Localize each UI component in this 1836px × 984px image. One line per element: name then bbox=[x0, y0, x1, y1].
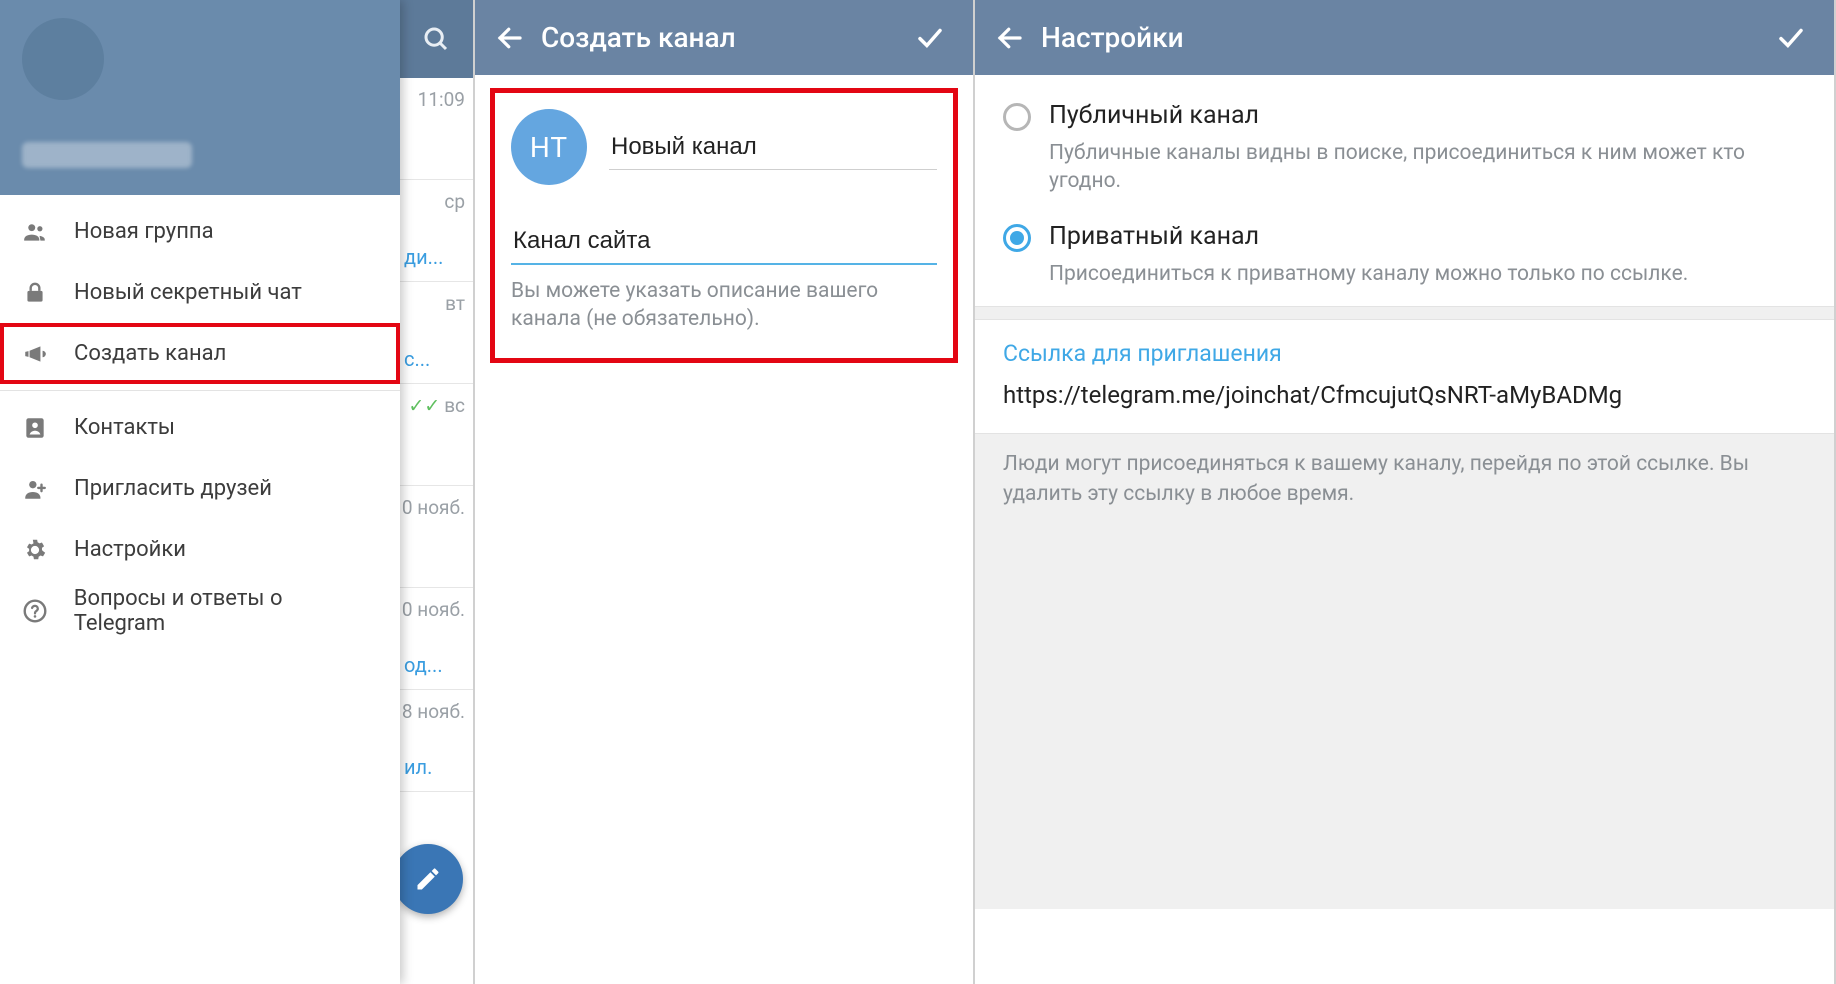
navigation-drawer: Новая группа Новый секретный чат Создать к… bbox=[0, 0, 400, 984]
radio-public-channel[interactable]: Публичный канал bbox=[1003, 93, 1806, 137]
header: Создать канал bbox=[475, 0, 973, 75]
avatar-initials: НТ bbox=[530, 131, 568, 164]
contact-icon bbox=[22, 415, 74, 441]
chat-time: ✓✓вс bbox=[400, 394, 465, 417]
radio-label: Публичный канал bbox=[1049, 101, 1259, 131]
chat-time: вт bbox=[400, 292, 465, 315]
radio-label: Приватный канал bbox=[1049, 222, 1259, 252]
radio-icon bbox=[1003, 103, 1031, 131]
pencil-icon bbox=[414, 865, 442, 893]
header-title: Настройки bbox=[1041, 21, 1768, 54]
drawer-item-label: Новый секретный чат bbox=[74, 280, 302, 305]
chat-time: ср bbox=[400, 190, 465, 213]
chat-row[interactable]: 0 нояб. bbox=[400, 486, 473, 588]
public-channel-description: Публичные каналы видны в поиске, присоед… bbox=[1049, 139, 1806, 196]
chat-time: 8 нояб. bbox=[400, 700, 465, 723]
check-icon bbox=[915, 23, 945, 53]
chat-row[interactable]: вт с... bbox=[400, 282, 473, 384]
drawer-item-gear[interactable]: Настройки bbox=[0, 519, 400, 580]
chat-row[interactable]: 0 нояб. од... bbox=[400, 588, 473, 690]
chat-snippet: с... bbox=[404, 347, 430, 371]
chat-row[interactable]: ✓✓вс bbox=[400, 384, 473, 486]
channel-avatar[interactable]: НТ bbox=[511, 109, 587, 185]
header: Настройки bbox=[975, 0, 1834, 75]
drawer-item-lock[interactable]: Новый секретный чат bbox=[0, 262, 400, 323]
drawer-item-group[interactable]: Новая группа bbox=[0, 201, 400, 262]
description-hint: Вы можете указать описание вашего канала… bbox=[511, 277, 937, 334]
avatar[interactable] bbox=[22, 18, 104, 100]
chat-row[interactable]: ср ди... bbox=[400, 180, 473, 282]
drawer-item-label: Пригласить друзей bbox=[74, 476, 272, 501]
megaphone-icon bbox=[22, 341, 74, 367]
drawer-header bbox=[0, 0, 400, 195]
chat-snippet: ди... bbox=[404, 245, 443, 269]
invite-link-value[interactable]: https://telegram.me/joinchat/CfmcujutQsN… bbox=[1003, 379, 1806, 411]
drawer-item-megaphone[interactable]: Создать канал bbox=[0, 323, 400, 384]
read-checks-icon: ✓✓ bbox=[408, 394, 440, 417]
drawer-item-label: Новая группа bbox=[74, 219, 214, 244]
invite-link-footer: Люди могут присоединяться к вашему канал… bbox=[975, 433, 1834, 909]
back-button[interactable] bbox=[495, 23, 541, 53]
create-channel-form: НТ Вы можете указать описание вашего кан… bbox=[495, 93, 953, 358]
header-title: Создать канал bbox=[541, 21, 907, 54]
drawer-item-label: Создать канал bbox=[74, 341, 226, 366]
private-channel-description: Присоединиться к приватному каналу можно… bbox=[1049, 260, 1806, 288]
add-user-icon bbox=[22, 476, 74, 502]
invite-link-title: Ссылка для приглашения bbox=[1003, 340, 1806, 367]
screen-channel-settings: Настройки Публичный канал Публичные кана… bbox=[975, 0, 1836, 984]
arrow-left-icon bbox=[995, 23, 1025, 53]
chat-row[interactable]: 8 нояб. ил. bbox=[400, 690, 473, 792]
chat-time: 11:09 bbox=[400, 88, 465, 111]
drawer-menu: Новая группа Новый секретный чат Создать к… bbox=[0, 195, 400, 647]
chat-snippet: од... bbox=[404, 653, 443, 677]
screen-chats-with-drawer: 11:09 ср ди... вт с... ✓✓вс 0 нояб. 0 нояб. од..… bbox=[0, 0, 475, 984]
section-divider bbox=[975, 306, 1834, 320]
help-icon bbox=[22, 598, 74, 624]
search-button[interactable] bbox=[398, 0, 473, 78]
screen-create-channel: Создать канал НТ Вы можете указать описа… bbox=[475, 0, 975, 984]
search-icon bbox=[421, 24, 451, 54]
drawer-item-help[interactable]: Вопросы и ответы о Telegram bbox=[0, 580, 400, 641]
drawer-item-label: Вопросы и ответы о Telegram bbox=[74, 586, 378, 636]
lock-icon bbox=[22, 280, 74, 306]
account-name-blurred bbox=[22, 142, 192, 168]
drawer-item-label: Контакты bbox=[74, 415, 175, 440]
compose-fab[interactable] bbox=[393, 844, 463, 914]
gear-icon bbox=[22, 537, 74, 563]
drawer-item-contact[interactable]: Контакты bbox=[0, 397, 400, 458]
channel-name-input[interactable] bbox=[609, 125, 937, 170]
arrow-left-icon bbox=[495, 23, 525, 53]
chat-snippet: ил. bbox=[404, 755, 432, 779]
channel-description-input[interactable] bbox=[511, 219, 937, 265]
back-button[interactable] bbox=[995, 23, 1041, 53]
group-icon bbox=[22, 219, 74, 245]
radio-private-channel[interactable]: Приватный канал bbox=[1003, 214, 1806, 258]
confirm-button[interactable] bbox=[907, 23, 953, 53]
chat-row[interactable]: 11:09 bbox=[400, 78, 473, 180]
chat-time: 0 нояб. bbox=[400, 598, 465, 621]
confirm-button[interactable] bbox=[1768, 23, 1814, 53]
check-icon bbox=[1776, 23, 1806, 53]
drawer-item-label: Настройки bbox=[74, 537, 186, 562]
drawer-separator bbox=[0, 390, 400, 391]
chat-time: 0 нояб. bbox=[400, 496, 465, 519]
radio-icon bbox=[1003, 224, 1031, 252]
drawer-item-add-user[interactable]: Пригласить друзей bbox=[0, 458, 400, 519]
